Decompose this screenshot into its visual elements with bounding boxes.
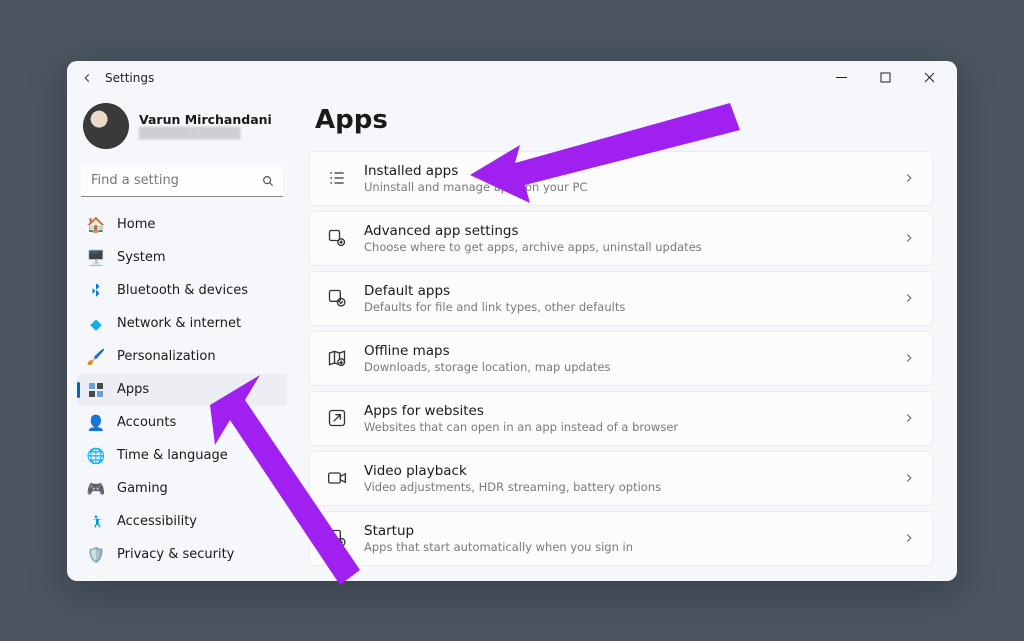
sidebar-item-label: Apps: [117, 382, 149, 397]
profile-name: Varun Mirchandani: [139, 112, 272, 127]
search-box: [81, 165, 283, 197]
sidebar-item-home[interactable]: 🏠 Home: [77, 209, 287, 241]
card-apps-for-websites[interactable]: Apps for websites Websites that can open…: [309, 391, 933, 446]
card-subtitle: Uninstall and manage apps on your PC: [364, 180, 886, 194]
gaming-icon: 🎮: [87, 480, 105, 498]
minimize-icon: [836, 72, 847, 83]
profile-email: ████████████: [139, 127, 272, 140]
card-default-apps[interactable]: Default apps Defaults for file and link …: [309, 271, 933, 326]
card-title: Installed apps: [364, 163, 886, 179]
chevron-right-icon: [902, 471, 916, 485]
titlebar: Settings: [67, 61, 957, 95]
sidebar-item-label: Bluetooth & devices: [117, 283, 248, 298]
avatar: [83, 103, 129, 149]
offline-maps-icon: [326, 347, 348, 369]
sidebar-item-label: System: [117, 250, 165, 265]
sidebar-nav: 🏠 Home 🖥️ System Bluetooth & devices ◆ Netw…: [77, 209, 287, 571]
chevron-right-icon: [902, 291, 916, 305]
window-body: Varun Mirchandani ████████████ 🏠 Home 🖥️ S…: [67, 95, 957, 581]
sidebar-item-accounts[interactable]: 👤 Accounts: [77, 407, 287, 439]
sidebar-item-system[interactable]: 🖥️ System: [77, 242, 287, 274]
chevron-right-icon: [902, 171, 916, 185]
sidebar-item-apps[interactable]: Apps: [77, 374, 287, 406]
sidebar-item-privacy[interactable]: 🛡️ Privacy & security: [77, 539, 287, 571]
search-icon: [261, 174, 275, 188]
time-icon: 🌐: [87, 447, 105, 465]
chevron-right-icon: [902, 351, 916, 365]
sidebar: Varun Mirchandani ████████████ 🏠 Home 🖥️ S…: [67, 95, 297, 581]
video-playback-icon: [326, 467, 348, 489]
network-icon: ◆: [87, 315, 105, 333]
search-input[interactable]: [81, 165, 283, 197]
startup-icon: [326, 527, 348, 549]
sidebar-item-time[interactable]: 🌐 Time & language: [77, 440, 287, 472]
sidebar-item-gaming[interactable]: 🎮 Gaming: [77, 473, 287, 505]
chevron-right-icon: [902, 411, 916, 425]
system-icon: 🖥️: [87, 249, 105, 267]
card-subtitle: Choose where to get apps, archive apps, …: [364, 240, 886, 254]
card-subtitle: Downloads, storage location, map updates: [364, 360, 886, 374]
window-title: Settings: [105, 71, 154, 85]
sidebar-item-accessibility[interactable]: Accessibility: [77, 506, 287, 538]
sidebar-item-label: Privacy & security: [117, 547, 234, 562]
sidebar-item-label: Time & language: [117, 448, 228, 463]
installed-apps-icon: [326, 167, 348, 189]
apps-icon: [87, 381, 105, 399]
privacy-icon: 🛡️: [87, 546, 105, 564]
card-title: Startup: [364, 523, 886, 539]
sidebar-item-bluetooth[interactable]: Bluetooth & devices: [77, 275, 287, 307]
back-button[interactable]: [73, 64, 101, 92]
back-arrow-icon: [80, 71, 94, 85]
personalization-icon: 🖌️: [87, 348, 105, 366]
card-subtitle: Apps that start automatically when you s…: [364, 540, 886, 554]
sidebar-item-label: Accessibility: [117, 514, 197, 529]
card-offline-maps[interactable]: Offline maps Downloads, storage location…: [309, 331, 933, 386]
card-title: Offline maps: [364, 343, 886, 359]
minimize-button[interactable]: [819, 63, 863, 93]
sidebar-item-label: Personalization: [117, 349, 216, 364]
card-advanced-app-settings[interactable]: Advanced app settings Choose where to ge…: [309, 211, 933, 266]
accessibility-icon: [87, 513, 105, 531]
bluetooth-icon: [87, 282, 105, 300]
chevron-right-icon: [902, 231, 916, 245]
card-startup[interactable]: Startup Apps that start automatically wh…: [309, 511, 933, 566]
sidebar-item-personalization[interactable]: 🖌️ Personalization: [77, 341, 287, 373]
card-subtitle: Video adjustments, HDR streaming, batter…: [364, 480, 886, 494]
card-subtitle: Defaults for file and link types, other …: [364, 300, 886, 314]
main-content: Apps Installed apps Uninstall and manage…: [297, 95, 957, 581]
card-title: Video playback: [364, 463, 886, 479]
maximize-icon: [880, 72, 891, 83]
default-apps-icon: [326, 287, 348, 309]
close-button[interactable]: [907, 63, 951, 93]
sidebar-item-label: Home: [117, 217, 155, 232]
close-icon: [924, 72, 935, 83]
sidebar-item-label: Gaming: [117, 481, 168, 496]
settings-cards: Installed apps Uninstall and manage apps…: [309, 151, 933, 566]
card-title: Default apps: [364, 283, 886, 299]
card-subtitle: Websites that can open in an app instead…: [364, 420, 886, 434]
sidebar-item-network[interactable]: ◆ Network & internet: [77, 308, 287, 340]
window-controls: [819, 63, 951, 93]
maximize-button[interactable]: [863, 63, 907, 93]
card-video-playback[interactable]: Video playback Video adjustments, HDR st…: [309, 451, 933, 506]
card-title: Apps for websites: [364, 403, 886, 419]
card-title: Advanced app settings: [364, 223, 886, 239]
home-icon: 🏠: [87, 216, 105, 234]
card-installed-apps[interactable]: Installed apps Uninstall and manage apps…: [309, 151, 933, 206]
user-profile[interactable]: Varun Mirchandani ████████████: [77, 101, 287, 161]
apps-websites-icon: [326, 407, 348, 429]
page-title: Apps: [315, 105, 933, 135]
chevron-right-icon: [902, 531, 916, 545]
settings-window: Settings Varun Mirchandani ████████████: [67, 61, 957, 581]
advanced-settings-icon: [326, 227, 348, 249]
sidebar-item-label: Network & internet: [117, 316, 241, 331]
sidebar-item-label: Accounts: [117, 415, 176, 430]
accounts-icon: 👤: [87, 414, 105, 432]
